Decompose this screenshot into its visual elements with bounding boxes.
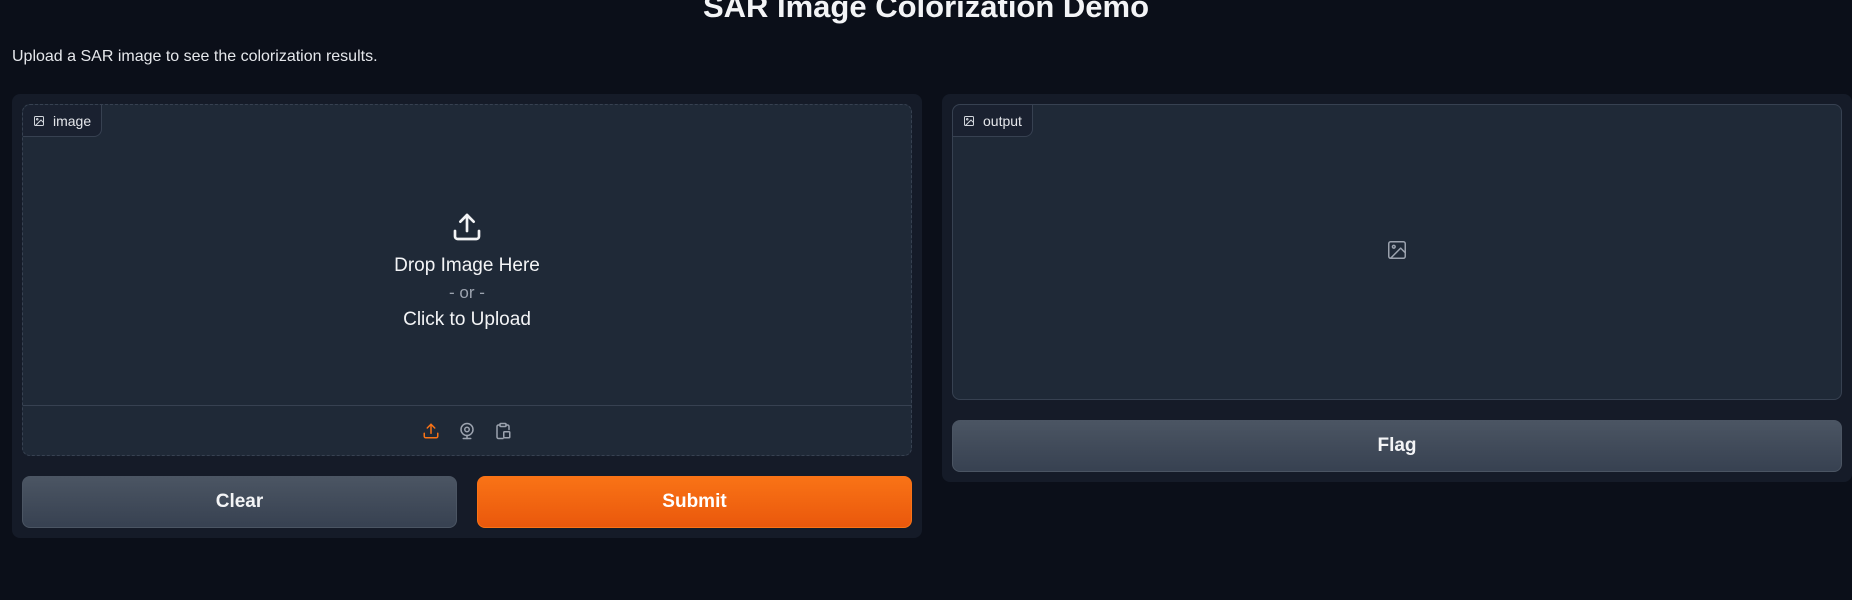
click-to-upload-text[interactable]: Click to Upload <box>403 309 531 331</box>
webcam-icon[interactable] <box>456 420 478 442</box>
image-upload-area[interactable]: image Drop Image Here - or - Click to Up… <box>22 104 912 456</box>
clipboard-icon[interactable] <box>492 420 514 442</box>
clear-button[interactable]: Clear <box>22 476 457 528</box>
or-separator-text: - or - <box>449 283 485 302</box>
drop-zone[interactable]: Drop Image Here - or - Click to Upload <box>23 105 911 405</box>
upload-icon <box>451 211 483 243</box>
page-description: Upload a SAR image to see the colorizati… <box>12 48 378 65</box>
input-panel: image Drop Image Here - or - Click to Up… <box>12 94 922 538</box>
page-title: SAR Image Colorization Demo <box>702 0 1150 24</box>
submit-button[interactable]: Submit <box>477 476 912 528</box>
drop-image-text: Drop Image Here <box>394 255 540 276</box>
output-panel: output Flag <box>942 94 1852 482</box>
output-placeholder <box>953 105 1841 399</box>
image-placeholder-icon <box>1386 239 1408 266</box>
upload-source-icon[interactable] <box>420 420 442 442</box>
source-selector <box>23 405 911 455</box>
output-image-area: output <box>952 104 1842 400</box>
flag-button[interactable]: Flag <box>952 420 1842 472</box>
